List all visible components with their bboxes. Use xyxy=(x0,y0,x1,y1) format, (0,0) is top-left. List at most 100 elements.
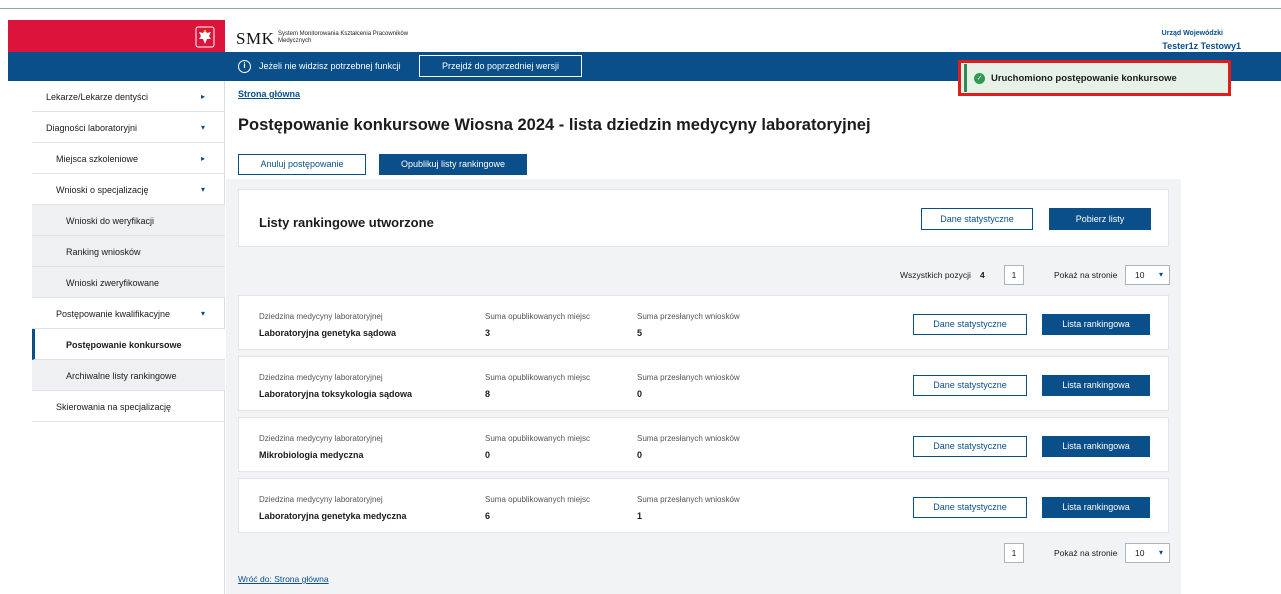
sidebar-item-lab-diagnosticians[interactable]: Diagności laboratoryjni ▾ xyxy=(32,112,225,143)
user-role: Urząd Wojewódzki xyxy=(1161,30,1223,37)
chevron-right-icon: ▸ xyxy=(200,92,205,101)
sidebar-item-label: Miejsca szkoleniowe xyxy=(56,154,139,164)
ranking-lists-header-card: Listy rankingowe utworzone Dane statysty… xyxy=(238,189,1169,247)
row-statistics-button[interactable]: Dane statystyczne xyxy=(913,436,1027,457)
submitted-value: 5 xyxy=(637,328,643,338)
per-page-value: 10 xyxy=(1135,548,1145,558)
per-page-select[interactable]: 10 ▾ xyxy=(1125,265,1170,285)
row-statistics-button[interactable]: Dane statystyczne xyxy=(913,314,1027,335)
back-link[interactable]: Wróć do: Strona główna xyxy=(238,574,329,584)
publish-ranking-lists-button[interactable]: Opublikuj listy rankingowe xyxy=(379,154,527,175)
per-page-label: Pokaż na stronie xyxy=(1054,548,1118,558)
field-column-label: Dziedzina medycyny laboratoryjnej xyxy=(259,312,383,321)
chevron-right-icon: ▸ xyxy=(200,154,205,163)
brand-banner xyxy=(8,20,225,54)
page-number[interactable]: 1 xyxy=(1004,265,1024,285)
per-page-value: 10 xyxy=(1135,270,1145,280)
chevron-down-icon: ▾ xyxy=(200,185,205,194)
table-row: Dziedzina medycyny laboratoryjnej Labora… xyxy=(238,295,1169,350)
sidebar-item-qualification-procedure[interactable]: Postępowanie kwalifikacyjne ▾ xyxy=(32,298,225,329)
field-value: Laboratoryjna genetyka medyczna xyxy=(259,511,407,521)
previous-version-button[interactable]: Przejdź do poprzedniej wersji xyxy=(419,55,582,77)
sidebar-item-label: Wnioski do weryfikacji xyxy=(66,216,155,226)
user-name[interactable]: Tester1z Testowy1 xyxy=(1162,41,1241,51)
field-column-label: Dziedzina medycyny laboratoryjnej xyxy=(259,434,383,443)
sidebar-item-label: Archiwalne listy rankingowe xyxy=(66,371,177,381)
table-row: Dziedzina medycyny laboratoryjnej Mikrob… xyxy=(238,417,1169,472)
page-title: Postępowanie konkursowe Wiosna 2024 - li… xyxy=(238,116,871,134)
published-column-label: Suma opublikowanych miejsc xyxy=(485,434,590,443)
statistics-button[interactable]: Dane statystyczne xyxy=(921,208,1033,230)
sidebar-item-doctors[interactable]: Lekarze/Lekarze dentyści ▸ xyxy=(32,81,225,112)
chevron-down-icon: ▾ xyxy=(200,123,205,132)
sidebar-item-label: Postępowanie konkursowe xyxy=(66,340,182,350)
cancel-procedure-button[interactable]: Anuluj postępowanie xyxy=(238,154,366,175)
published-value: 6 xyxy=(485,511,491,521)
submitted-column-label: Suma przesłanych wniosków xyxy=(637,373,740,382)
submitted-value: 0 xyxy=(637,450,643,460)
info-icon: i xyxy=(238,60,251,73)
field-value: Mikrobiologia medyczna xyxy=(259,450,364,460)
check-circle-icon: ✓ xyxy=(974,73,985,84)
published-value: 0 xyxy=(485,450,491,460)
row-statistics-button[interactable]: Dane statystyczne xyxy=(913,375,1027,396)
submitted-value: 0 xyxy=(637,389,643,399)
chevron-down-icon: ▾ xyxy=(1158,270,1163,279)
toast-body: ✓ Uruchomiono postępowanie konkursowe xyxy=(964,64,1228,92)
field-column-label: Dziedzina medycyny laboratoryjnej xyxy=(259,495,383,504)
field-value: Laboratoryjna toksykologia sądowa xyxy=(259,389,413,399)
breadcrumb-home[interactable]: Strona główna xyxy=(238,89,300,99)
sidebar-item-label: Ranking wniosków xyxy=(66,247,141,257)
ranking-list-button[interactable]: Lista rankingowa xyxy=(1042,436,1150,457)
sidebar-item-archived-ranking-lists[interactable]: Archiwalne listy rankingowe xyxy=(32,360,225,391)
top-border xyxy=(0,0,1281,9)
submitted-column-label: Suma przesłanych wniosków xyxy=(637,495,740,504)
total-items-label: Wszystkich pozycji xyxy=(900,270,971,280)
sidebar-item-label: Wnioski zweryfikowane xyxy=(66,278,160,288)
sidebar-item-label: Wnioski o specjalizację xyxy=(56,185,149,195)
header: SMK System Monitorowania Kształcenia Pra… xyxy=(0,10,1281,54)
table-row: Dziedzina medycyny laboratoryjnej Labora… xyxy=(238,356,1169,411)
app-logo[interactable]: SMK xyxy=(236,29,274,49)
submitted-value: 1 xyxy=(637,511,643,521)
table-row: Dziedzina medycyny laboratoryjnej Labora… xyxy=(238,478,1169,533)
ranking-list-button[interactable]: Lista rankingowa xyxy=(1042,375,1150,396)
submitted-column-label: Suma przesłanych wniosków xyxy=(637,312,740,321)
submitted-column-label: Suma przesłanych wniosków xyxy=(637,434,740,443)
ranking-list-button[interactable]: Lista rankingowa xyxy=(1042,314,1150,335)
sidebar-item-label: Lekarze/Lekarze dentyści xyxy=(46,92,149,102)
app-name: System Monitorowania Kształcenia Pracown… xyxy=(278,31,409,44)
success-toast: ✓ Uruchomiono postępowanie konkursowe xyxy=(958,60,1231,96)
sidebar-item-verified-requests[interactable]: Wnioski zweryfikowane xyxy=(32,267,225,298)
sidebar-item-label: Skierowania na specjalizację xyxy=(56,402,172,412)
per-page-select[interactable]: 10 ▾ xyxy=(1125,543,1170,563)
sidebar-item-specialization-referrals[interactable]: Skierowania na specjalizację xyxy=(32,391,225,422)
chevron-down-icon: ▾ xyxy=(200,309,205,318)
row-statistics-button[interactable]: Dane statystyczne xyxy=(913,497,1027,518)
field-value: Laboratoryjna genetyka sądowa xyxy=(259,328,397,338)
per-page-label: Pokaż na stronie xyxy=(1054,270,1118,280)
published-column-label: Suma opublikowanych miejsc xyxy=(485,312,590,321)
ranking-list-button[interactable]: Lista rankingowa xyxy=(1042,497,1150,518)
sidebar-item-label: Diagności laboratoryjni xyxy=(46,123,138,133)
sidebar-item-training-places[interactable]: Miejsca szkoleniowe ▸ xyxy=(32,143,225,174)
eagle-emblem-icon xyxy=(195,26,215,48)
toast-message: Uruchomiono postępowanie konkursowe xyxy=(991,73,1177,84)
published-column-label: Suma opublikowanych miejsc xyxy=(485,495,590,504)
sidebar-item-competition-procedure[interactable]: Postępowanie konkursowe xyxy=(32,329,225,360)
info-text: Jeżeli nie widzisz potrzebnej funkcji xyxy=(259,61,401,71)
sidebar-item-requests-to-verify[interactable]: Wnioski do weryfikacji xyxy=(32,205,225,236)
published-value: 3 xyxy=(485,328,491,338)
sidebar-item-specialization-requests[interactable]: Wnioski o specjalizację ▾ xyxy=(32,174,225,205)
published-column-label: Suma opublikowanych miejsc xyxy=(485,373,590,382)
chevron-down-icon: ▾ xyxy=(1158,548,1163,557)
published-value: 8 xyxy=(485,389,491,399)
section-title: Listy rankingowe utworzone xyxy=(259,215,434,230)
sidebar: Lekarze/Lekarze dentyści ▸ Diagności lab… xyxy=(32,81,225,594)
sidebar-item-label: Postępowanie kwalifikacyjne xyxy=(56,309,171,319)
total-items-count: 4 xyxy=(980,270,985,280)
sidebar-item-requests-ranking[interactable]: Ranking wniosków xyxy=(32,236,225,267)
field-column-label: Dziedzina medycyny laboratoryjnej xyxy=(259,373,383,382)
page-number[interactable]: 1 xyxy=(1004,543,1024,563)
download-lists-button[interactable]: Pobierz listy xyxy=(1049,208,1151,230)
